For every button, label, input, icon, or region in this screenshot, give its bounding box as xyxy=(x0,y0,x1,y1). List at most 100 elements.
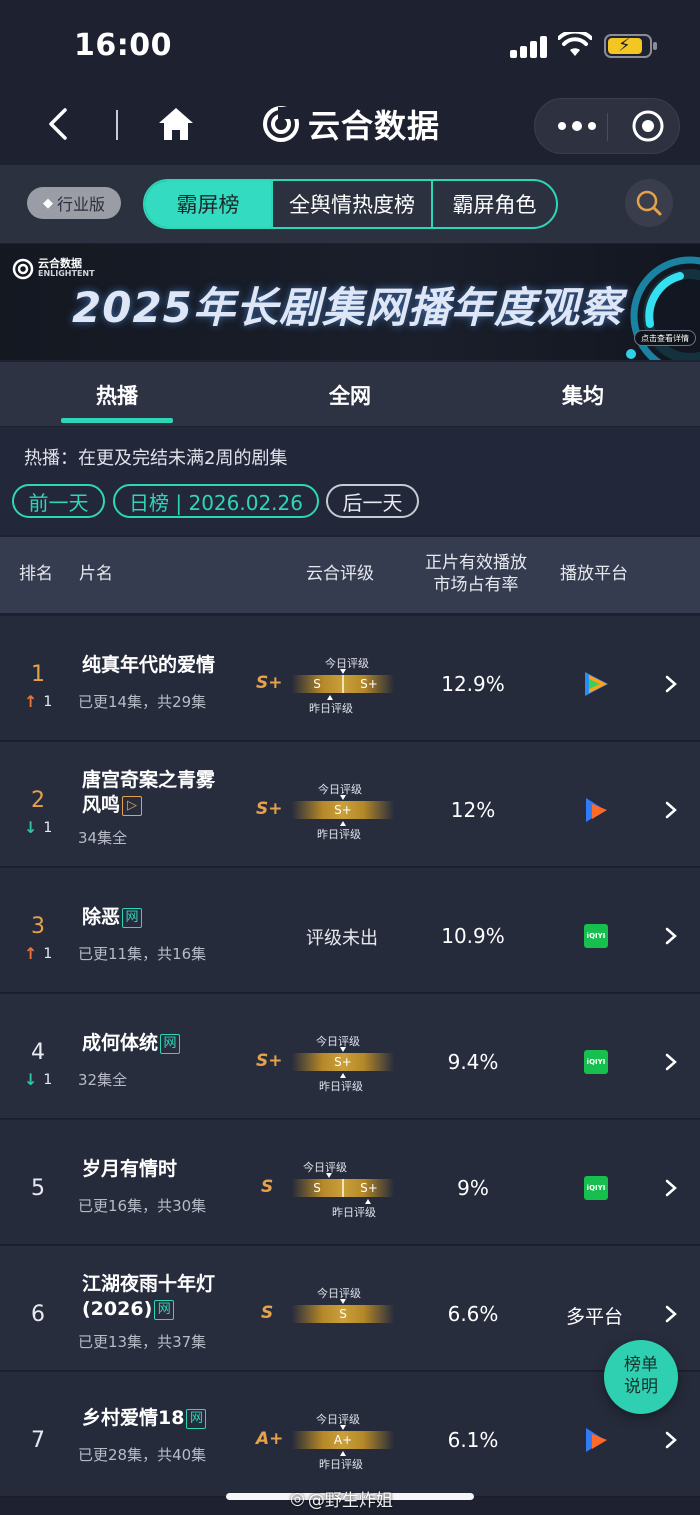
ranking-explanation-button[interactable]: 榜单 说明 xyxy=(604,1340,678,1414)
today-marker-icon xyxy=(340,1425,346,1430)
table-row[interactable]: 2 ↓ 1 唐宫奇案之青雾风鸣 ▷ 34集全 S+ 今日评级 S+ 昨日评级 12% xyxy=(0,742,700,867)
info-area: 热播：在更及完结未满2周的剧集 前一天 日榜 | 2026.02.26 后一天 xyxy=(0,427,700,535)
enlightent-logo-icon xyxy=(263,106,299,142)
back-arrow-icon[interactable] xyxy=(40,104,80,144)
rank-up-arrow-icon: ↑ xyxy=(24,944,38,963)
today-marker-icon xyxy=(326,1173,332,1178)
rating-bar-right: S+ xyxy=(360,677,378,691)
episode-status: 已更13集，共37集 xyxy=(78,1333,207,1351)
ranking-segmented-control: 霸屏榜 全舆情热度榜 霸屏角色 xyxy=(143,179,558,229)
rating-bar-right: S+ xyxy=(360,1181,378,1195)
market-share: 12.9% xyxy=(441,672,505,696)
show-title-text: 纯真年代的爱情 xyxy=(82,654,216,676)
yesterday-rating-label: 昨日评级 xyxy=(319,1080,363,1093)
close-mini-program-icon[interactable] xyxy=(631,109,665,143)
chevron-right-icon[interactable] xyxy=(664,1430,678,1450)
show-title-text: 成何体统 xyxy=(82,1032,159,1054)
active-tab-underline xyxy=(61,418,173,423)
show-title-text: 唐宫奇案之青雾风鸣 xyxy=(82,769,216,816)
chevron-right-icon[interactable] xyxy=(664,1304,678,1324)
today-rating-label: 今日评级 xyxy=(316,1413,360,1426)
chevron-right-icon[interactable] xyxy=(664,800,678,820)
rating-bar-center: S+ xyxy=(334,1055,352,1069)
rank-change: ↑ 1 xyxy=(24,944,52,963)
ranking-explanation-line1: 榜单 xyxy=(624,1355,658,1375)
table-row[interactable]: 1 ↑ 1 纯真年代的爱情 已更14集，共29集 S+ 今日评级 S S+ 昨日评… xyxy=(0,616,700,741)
rank-up-arrow-icon: ↑ xyxy=(24,692,38,711)
iqiyi-logo-text: iQIYI xyxy=(584,1050,608,1074)
chevron-right-icon[interactable] xyxy=(664,1052,678,1072)
show-title: 除恶网 xyxy=(82,905,232,930)
rating-grade: S+ xyxy=(256,673,283,693)
show-title-text: 岁月有情时 xyxy=(82,1158,178,1180)
episode-status: 已更16集，共30集 xyxy=(78,1197,207,1215)
search-icon[interactable] xyxy=(625,179,673,227)
battery-charging-icon: ⚡ xyxy=(604,34,657,58)
next-day-button[interactable]: 后一天 xyxy=(326,484,419,518)
rating-bar-center: A+ xyxy=(333,1433,353,1447)
show-title: 唐宫奇案之青雾风鸣 ▷ xyxy=(82,768,232,818)
table-row[interactable]: 7 乡村爱情18 网 已更28集，共40集 A+ 今日评级 A+ 昨日评级 6.1… xyxy=(0,1372,700,1497)
exclusive-badge-icon: ▷ xyxy=(122,795,143,816)
market-share: 9% xyxy=(457,1176,489,1200)
rank-change: ↑ 1 xyxy=(24,692,52,711)
rank-change-value: 1 xyxy=(43,945,53,962)
header-name: 片名 xyxy=(79,564,113,584)
chevron-right-icon[interactable] xyxy=(664,926,678,946)
rank-change: ↓ 1 xyxy=(24,818,52,837)
header-rank: 排名 xyxy=(19,564,53,584)
rank-change-value: 1 xyxy=(43,819,53,836)
rating-bar-left: S xyxy=(313,677,321,691)
rating-bar: S+ xyxy=(292,1053,394,1071)
today-marker-icon xyxy=(340,1047,346,1052)
market-share: 10.9% xyxy=(441,924,505,948)
rank-number: 5 xyxy=(31,1176,45,1201)
tab-dominance-ranking[interactable]: 霸屏榜 xyxy=(145,181,271,227)
rank-down-arrow-icon: ↓ xyxy=(24,818,38,837)
date-picker-button[interactable]: 日榜 | 2026.02.26 xyxy=(113,484,319,518)
rating-bar: S S+ xyxy=(292,1179,394,1197)
tab-character-ranking[interactable]: 霸屏角色 xyxy=(431,181,556,227)
banner-headline: 2025年长剧集网播年度观察 xyxy=(72,283,623,332)
tab-per-episode[interactable]: 集均 xyxy=(562,380,604,410)
today-marker-icon xyxy=(340,1299,346,1304)
yesterday-rating-label: 昨日评级 xyxy=(317,828,361,841)
tencent-video-icon xyxy=(585,672,608,696)
banner-logo-cn: 云合数据 xyxy=(38,257,82,270)
header-share-line2: 市场占有率 xyxy=(433,575,519,595)
banner-cta[interactable]: 点击查看详情 xyxy=(634,330,696,346)
table-row[interactable]: 3 ↑ 1 除恶网 已更11集，共16集 评级未出 10.9% iQIYI xyxy=(0,868,700,993)
multi-platform-label: 多平台 xyxy=(566,1306,624,1328)
chevron-right-icon[interactable] xyxy=(664,1178,678,1198)
header-platform: 播放平台 xyxy=(560,564,628,584)
iqiyi-icon: iQIYI xyxy=(581,1173,611,1203)
table-row[interactable]: 5 岁月有情时 已更16集，共30集 S 今日评级 S S+ 昨日评级 9% i… xyxy=(0,1120,700,1245)
today-marker-icon xyxy=(340,669,346,674)
more-dots-icon[interactable] xyxy=(555,115,599,137)
chevron-right-icon[interactable] xyxy=(664,674,678,694)
rating-bar-center: S+ xyxy=(334,803,352,817)
market-share: 6.1% xyxy=(447,1428,499,1452)
show-title-text: 江湖夜雨十年灯(2026) xyxy=(82,1273,216,1320)
tab-public-opinion-ranking[interactable]: 全舆情热度榜 xyxy=(271,181,431,227)
today-marker-icon xyxy=(340,795,346,800)
edition-badge[interactable]: ◆ 行业版 xyxy=(27,187,121,219)
web-drama-badge-icon: 网 xyxy=(154,1299,175,1320)
home-icon[interactable] xyxy=(156,104,196,144)
rating-grade: A+ xyxy=(256,1429,284,1449)
rank-number: 6 xyxy=(31,1302,45,1327)
table-row[interactable]: 4 ↓ 1 成何体统网 32集全 S+ 今日评级 S+ 昨日评级 9.4% iQI… xyxy=(0,994,700,1119)
previous-day-button[interactable]: 前一天 xyxy=(12,484,105,518)
tab-hot[interactable]: 热播 xyxy=(96,380,138,410)
rank-number: 2 xyxy=(31,788,45,813)
rating-grade: S xyxy=(261,1303,274,1323)
today-rating-label: 今日评级 xyxy=(317,1287,361,1300)
nav-title-text: 云合数据 xyxy=(308,107,441,145)
rating-grade: S+ xyxy=(256,799,283,819)
ranking-tab-strip: ◆ 行业版 霸屏榜 全舆情热度榜 霸屏角色 xyxy=(0,165,700,243)
iqiyi-logo-text: iQIYI xyxy=(584,1176,608,1200)
iqiyi-icon: iQIYI xyxy=(581,1047,611,1077)
tab-all-network[interactable]: 全网 xyxy=(329,380,371,410)
table-row[interactable]: 6 江湖夜雨十年灯(2026) 网 已更13集，共37集 S 今日评级 S 6.6… xyxy=(0,1246,700,1371)
annual-report-banner[interactable]: 云合数据 ENLIGHTENT 2025年长剧集网播年度观察 点击查看详情 xyxy=(0,244,700,360)
